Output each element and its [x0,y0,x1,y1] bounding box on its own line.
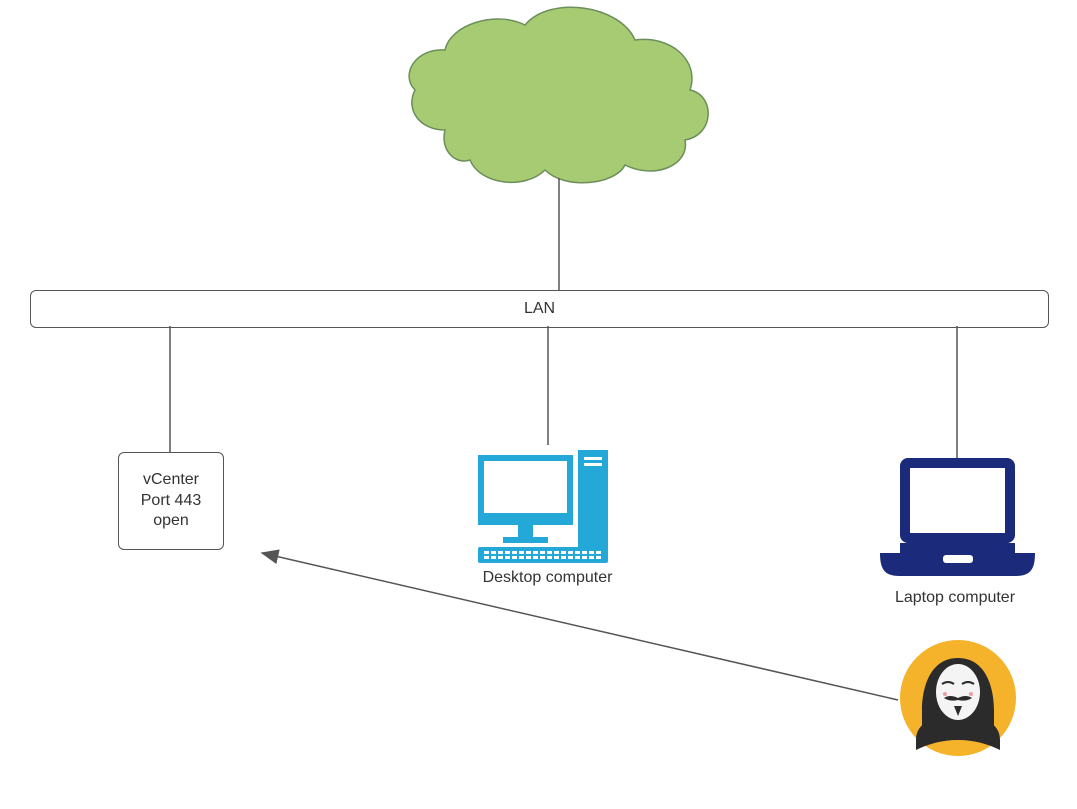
desktop-label: Desktop computer [460,569,635,587]
hacker-icon [900,640,1016,756]
vcenter-line1: vCenter [143,470,199,491]
lan-node: LAN [30,290,1049,328]
internet-label: Internet [490,82,610,105]
svg-overlay [0,0,1077,809]
vcenter-node: vCenter Port 443 open [118,452,224,550]
vcenter-line2: Port 443 [141,491,201,512]
diagram-canvas: LAN vCenter Port 443 open Desktop comput… [0,0,1077,809]
laptop-label: Laptop computer [875,589,1035,607]
lan-label: LAN [524,300,555,318]
laptop-computer-icon [880,458,1035,576]
vcenter-line3: open [153,511,189,532]
desktop-computer-icon [478,450,608,563]
